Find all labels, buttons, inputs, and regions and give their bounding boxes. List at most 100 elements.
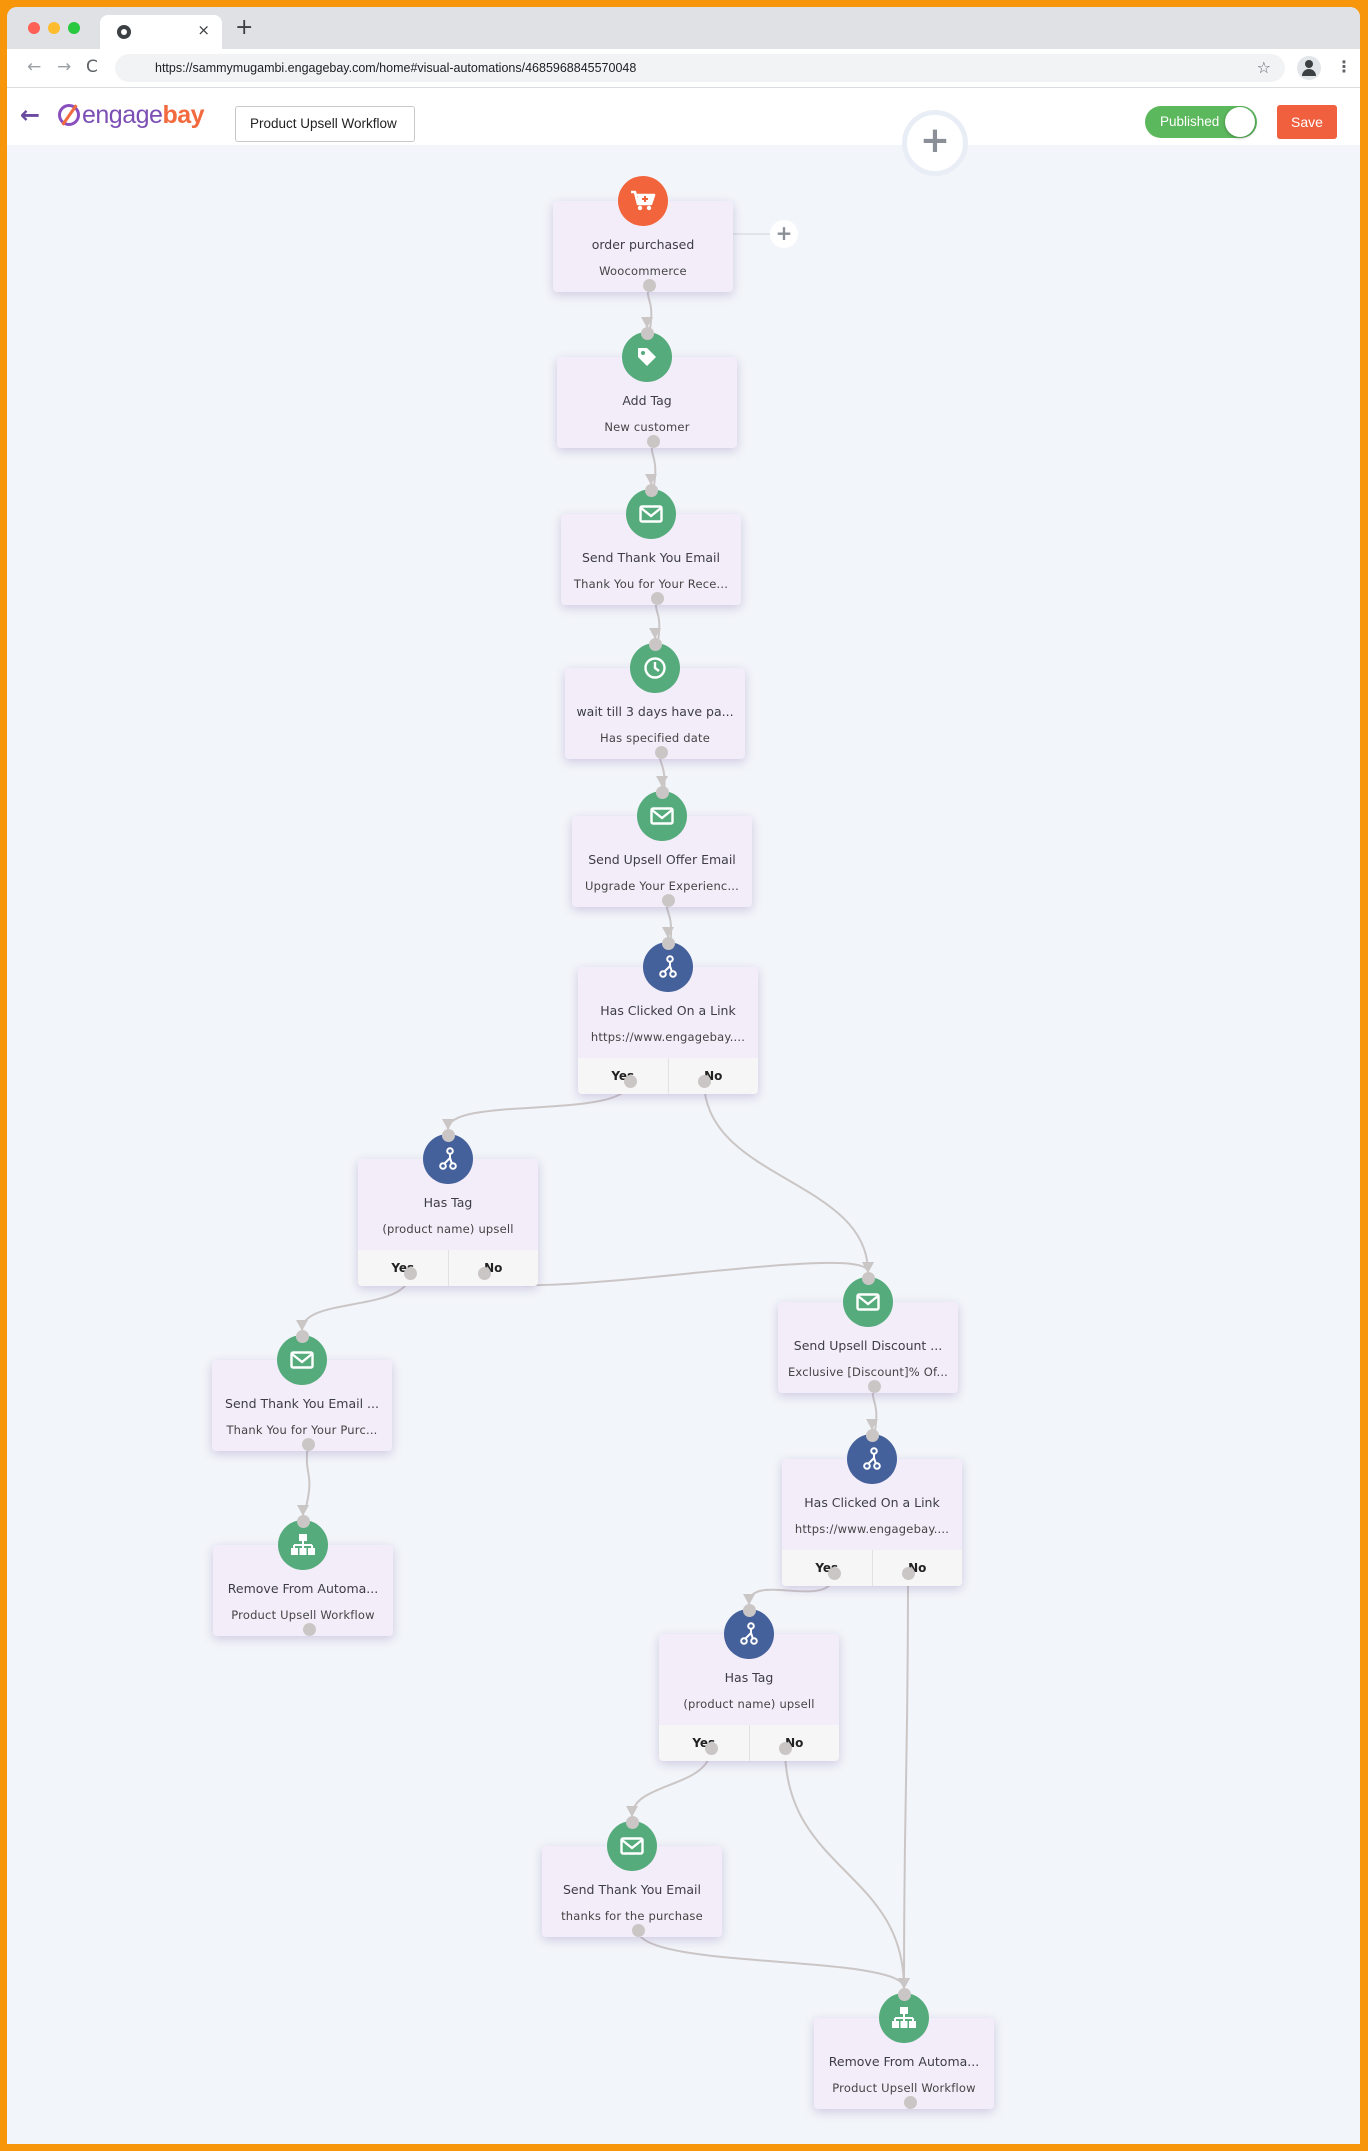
- tab-close-icon[interactable]: ×: [197, 21, 210, 39]
- workflow-node-trigger[interactable]: order purchased Woocommerce: [553, 176, 733, 292]
- input-port[interactable]: [742, 1603, 756, 1617]
- connector-n13-n14: [637, 1929, 905, 1989]
- input-port[interactable]: [296, 1514, 310, 1528]
- input-port[interactable]: [295, 1329, 309, 1343]
- yes-output-port[interactable]: [827, 1566, 841, 1580]
- add-trigger-button[interactable]: +: [770, 220, 798, 248]
- workflow-canvas[interactable]: order purchased Woocommerce Add Tag New cus…: [7, 7, 1360, 2144]
- workflow-node-condition[interactable]: Has Tag (product name) upsell Yes No: [358, 1134, 538, 1286]
- branch-yes[interactable]: Yes: [659, 1725, 749, 1761]
- workflow-node-action[interactable]: Add Tag New customer: [557, 332, 737, 448]
- branch-row: Yes No: [358, 1250, 538, 1286]
- workflow-name-value: Product Upsell Workflow: [250, 116, 397, 131]
- branch-no[interactable]: No: [748, 1725, 840, 1761]
- clock-icon: [630, 643, 680, 693]
- output-port[interactable]: [661, 893, 675, 907]
- workflow-name-input[interactable]: Product Upsell Workflow: [235, 106, 415, 142]
- workflow-node-action[interactable]: Send Thank You Email ... Thank You for Yo…: [212, 1335, 392, 1451]
- email-icon: [637, 791, 687, 841]
- workflow-node-condition[interactable]: Has Tag (product name) upsell Yes No: [659, 1609, 839, 1761]
- branch-icon: [423, 1134, 473, 1184]
- workflow-node-action[interactable]: Remove From Automa... Product Upsell Work…: [814, 1993, 994, 2109]
- branch-yes[interactable]: Yes: [782, 1550, 872, 1586]
- input-port[interactable]: [865, 1428, 879, 1442]
- save-button[interactable]: Save: [1277, 105, 1337, 139]
- connector-n6-n10: [703, 1080, 869, 1273]
- input-port[interactable]: [644, 483, 658, 497]
- email-icon: [626, 489, 676, 539]
- branch-yes[interactable]: Yes: [578, 1058, 668, 1094]
- workflow-node-action[interactable]: Send Thank You Email Thank You for Your R…: [561, 489, 741, 605]
- bookmark-star-icon[interactable]: ☆: [1257, 58, 1271, 77]
- connector-n8-n9: [302, 1443, 311, 1516]
- logo-mark-icon: [58, 104, 80, 126]
- yes-output-port[interactable]: [403, 1266, 417, 1280]
- no-output-port[interactable]: [778, 1741, 792, 1755]
- browser-forward-button[interactable]: →: [57, 57, 71, 77]
- output-port[interactable]: [654, 745, 668, 759]
- connector-n7-n10: [483, 1261, 869, 1287]
- workflow-node-action[interactable]: Send Upsell Offer Email Upgrade Your Expe…: [572, 791, 752, 907]
- input-port[interactable]: [897, 1987, 911, 2001]
- browser-tab[interactable]: ×: [100, 15, 222, 49]
- branch-no[interactable]: No: [667, 1058, 759, 1094]
- close-window-button[interactable]: [28, 22, 40, 34]
- toggle-knob: [1225, 107, 1255, 137]
- back-arrow-icon[interactable]: ←: [20, 101, 40, 129]
- reload-button[interactable]: C: [86, 57, 98, 77]
- input-port[interactable]: [640, 326, 654, 340]
- address-bar[interactable]: https://sammymugambi.engagebay.com/home#…: [115, 54, 1285, 82]
- add-step-button[interactable]: +: [902, 110, 968, 176]
- new-tab-button[interactable]: +: [235, 15, 253, 40]
- tab-bar: × +: [7, 7, 1360, 49]
- branch-no[interactable]: No: [871, 1550, 963, 1586]
- workflow-icon: [879, 1993, 929, 2043]
- workflow-node-action[interactable]: Send Thank You Email thanks for the purch…: [542, 1821, 722, 1937]
- input-port[interactable]: [655, 785, 669, 799]
- workflow-node-action[interactable]: Send Upsell Discount ... Exclusive [Disco…: [778, 1277, 958, 1393]
- yes-output-port[interactable]: [704, 1741, 718, 1755]
- output-port[interactable]: [867, 1379, 881, 1393]
- workflow-node-action[interactable]: wait till 3 days have pa... Has specified…: [565, 643, 745, 759]
- yes-output-port[interactable]: [623, 1074, 637, 1088]
- input-port[interactable]: [861, 1271, 875, 1285]
- input-port[interactable]: [661, 936, 675, 950]
- maximize-window-button[interactable]: [68, 22, 80, 34]
- node-subtitle: https://www.engagebay....: [794, 1522, 950, 1536]
- no-output-port[interactable]: [697, 1074, 711, 1088]
- workflow-icon: [278, 1520, 328, 1570]
- input-port[interactable]: [441, 1128, 455, 1142]
- output-port[interactable]: [646, 434, 660, 448]
- published-toggle[interactable]: Published: [1145, 106, 1257, 138]
- app-header: ← engage bay Product Upsell Workflow Publ…: [7, 88, 1360, 145]
- output-port[interactable]: [642, 278, 656, 292]
- profile-avatar-icon[interactable]: [1297, 56, 1321, 80]
- connector-n11-n14: [903, 1572, 909, 1989]
- tag-icon: [622, 332, 672, 382]
- output-port[interactable]: [302, 1622, 316, 1636]
- browser-menu-icon[interactable]: ⋮: [1336, 57, 1352, 76]
- workflow-node-condition[interactable]: Has Clicked On a Link https://www.engageb…: [578, 942, 759, 1094]
- branch-no[interactable]: No: [447, 1250, 539, 1286]
- published-label: Published: [1160, 114, 1220, 129]
- branch-icon: [724, 1609, 774, 1659]
- no-output-port[interactable]: [901, 1566, 915, 1580]
- browser-window: × + ← → C https://sammymugambi.engagebay…: [7, 7, 1360, 2144]
- connector-n12-n14: [784, 1747, 905, 1989]
- input-port[interactable]: [625, 1815, 639, 1829]
- output-port[interactable]: [903, 2095, 917, 2109]
- input-port[interactable]: [648, 637, 662, 651]
- branch-row: Yes No: [659, 1725, 839, 1761]
- output-port[interactable]: [301, 1437, 315, 1451]
- browser-back-button[interactable]: ←: [27, 57, 41, 77]
- output-port[interactable]: [631, 1923, 645, 1937]
- minimize-window-button[interactable]: [48, 22, 60, 34]
- node-subtitle: (product name) upsell: [382, 1222, 514, 1236]
- branch-yes[interactable]: Yes: [358, 1250, 448, 1286]
- workflow-node-condition[interactable]: Has Clicked On a Link https://www.engageb…: [782, 1434, 963, 1586]
- output-port[interactable]: [650, 591, 664, 605]
- no-output-port[interactable]: [477, 1266, 491, 1280]
- url-text[interactable]: https://sammymugambi.engagebay.com/home#…: [155, 61, 636, 75]
- browser-toolbar: ← → C https://sammymugambi.engagebay.com…: [7, 49, 1360, 88]
- workflow-node-action[interactable]: Remove From Automa... Product Upsell Work…: [213, 1520, 393, 1636]
